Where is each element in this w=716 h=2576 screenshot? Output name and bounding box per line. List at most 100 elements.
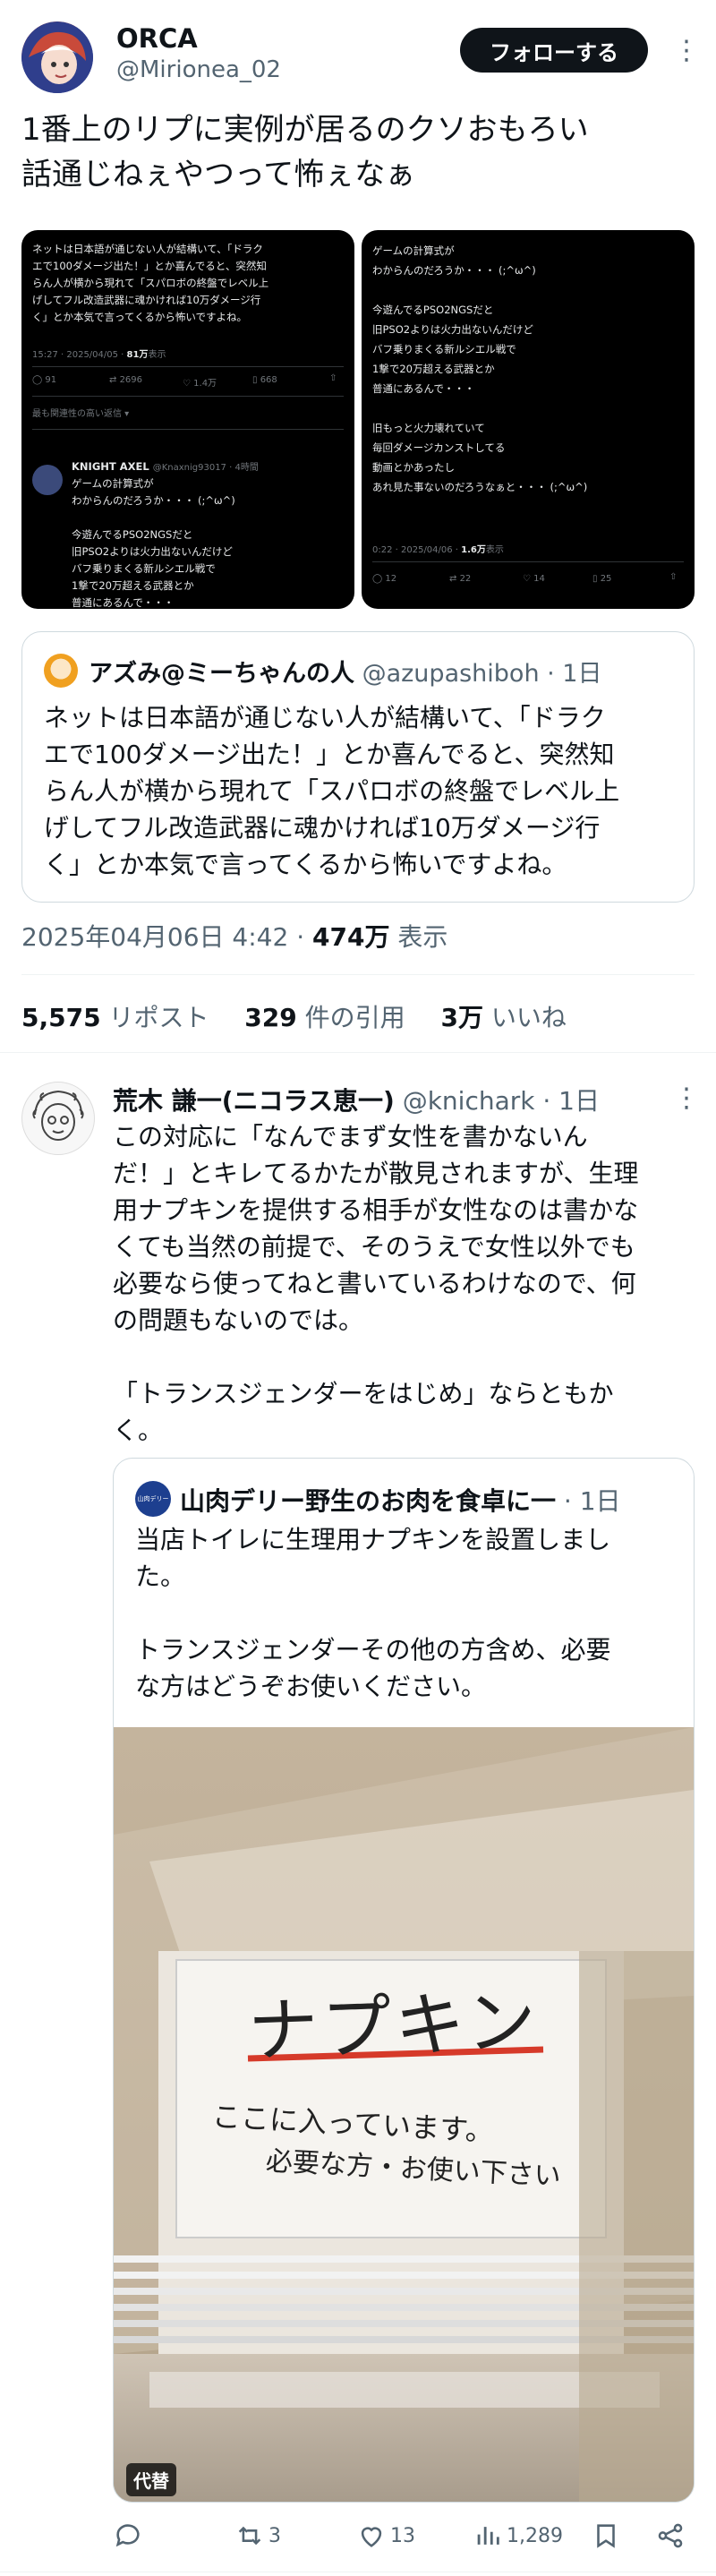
image2-stat-likes-count: 14: [533, 574, 545, 584]
quoted-handle: @azupashiboh: [362, 660, 540, 688]
reposts-stat[interactable]: 5,575 リポスト: [21, 1003, 209, 1032]
heart-icon: [361, 2527, 382, 2547]
repost-action[interactable]: 3: [234, 2520, 281, 2551]
nested-text-line: た。: [135, 1562, 186, 1591]
bookmark-action[interactable]: [591, 2520, 621, 2556]
reply-avatar[interactable]: [21, 1082, 95, 1155]
nested-avatar-text: 山肉デリー: [137, 1495, 169, 1502]
image2-text-line: あれ見た事ないのだろうなぁと・・・ (;^ω^): [372, 481, 588, 493]
quotes-label: 件の引用: [296, 1003, 405, 1032]
image2-meta-views-label: 表示: [485, 545, 504, 555]
share-action[interactable]: [655, 2520, 686, 2556]
image1-reply-line: わからんのだろうか・・・ (;^ω^): [72, 494, 235, 507]
nested-quote-photo[interactable]: ナプキン ここに入っています。 必要な方・お使い下さい 代替: [114, 1727, 694, 2502]
reply-text-line: この対応に「なんでまず女性を書かないん: [113, 1122, 588, 1151]
avatar[interactable]: [21, 21, 93, 93]
repost-count: 3: [268, 2524, 281, 2547]
image2-text-line: ゲームの計算式が: [372, 244, 455, 257]
like-action[interactable]: 13: [356, 2520, 415, 2551]
image2-stat-replies-count: 12: [385, 574, 397, 584]
quoted-time: · 1日: [539, 660, 602, 688]
image1-reply-line: 1撃で20万超える武器とか: [72, 579, 194, 592]
reposts-count: 5,575: [21, 1003, 101, 1032]
likes-stat[interactable]: 3万 いいね: [440, 1003, 566, 1032]
share-icon: [658, 2523, 683, 2548]
image1-stat-bookmarks-count: 668: [260, 375, 277, 385]
image1-reply-line: 今遊んでるPSO2NGSだと: [72, 528, 193, 541]
quotes-count: 329: [244, 1003, 297, 1032]
views-count: 1,289: [507, 2524, 563, 2547]
image1-reply-name-text: KNIGHT AXEL: [72, 460, 149, 473]
nested-time: · 1日: [556, 1486, 621, 1516]
reply-avatar: [32, 465, 63, 495]
image2-text-line: 旧もっと火力壊れていて: [372, 422, 485, 434]
quoted-text-line: エで100ダメージ出た！」とか喜んでると、突然知: [44, 740, 615, 769]
image1-stat-reposts-count: 2696: [119, 375, 143, 385]
display-name[interactable]: ORCA: [116, 23, 198, 54]
quotes-stat[interactable]: 329 件の引用: [244, 1003, 405, 1032]
image1-meta: 15:27 · 2025/04/05 · 81万表示: [32, 347, 166, 360]
image1-text-line: く」とか本気で言ってくるから怖いですよね。: [32, 311, 248, 323]
reply-text-line: 用ナプキンを提供する相手が女性なのは書かな: [113, 1195, 639, 1225]
nested-quote-card[interactable]: 山肉デリー 山肉デリー野生のお肉を食卓に一 · 1日 当店トイレに生理用ナプキン…: [113, 1458, 695, 2503]
image1-text-line: らん人が横から現れて「スパロボの終盤でレベル上: [32, 277, 269, 289]
reply-text-line: 必要なら使ってねと書いているわけなので、何: [113, 1269, 636, 1298]
alt-badge[interactable]: 代替: [126, 2463, 176, 2496]
image1-reply-handle: @Knaxnig93017 · 4時間: [152, 463, 259, 473]
share-icon: ⇧: [329, 373, 337, 383]
analytics-icon: [477, 2527, 499, 2545]
follow-button[interactable]: フォローする: [460, 28, 648, 73]
likes-label: いいね: [482, 1003, 567, 1032]
image1-meta-views: 81万: [126, 350, 149, 360]
image1-text-line: げしてフル改造武器に魂かければ10万ダメージ行: [32, 294, 261, 306]
views-count: 474万: [312, 922, 390, 952]
image2-text-line: 動画とかあったし: [372, 461, 455, 474]
timestamp-text: 2025年04月06日 4:42 ·: [21, 922, 312, 952]
image2-text-line: わからんのだろうか・・・ (;^ω^): [372, 264, 536, 277]
repost-icon: [238, 2526, 261, 2546]
divider: [0, 1052, 716, 1053]
image2-stat-bookmarks-count: 25: [600, 574, 612, 584]
views-label: 表示: [389, 922, 448, 952]
reply-display-name[interactable]: 荒木 謙一(ニコラス恵一): [113, 1086, 395, 1116]
reply-action-bar: 3 13 1,289: [113, 2520, 695, 2556]
reposts-label: リポスト: [100, 1003, 209, 1032]
image1-reply-line: ゲームの計算式が: [72, 477, 154, 490]
image1-stat-likes-count: 1.4万: [193, 379, 217, 389]
image2-stat-reposts: ⇄ 22: [449, 574, 472, 584]
image1-stat-likes: ♡ 1.4万: [183, 379, 217, 389]
reply-action[interactable]: [113, 2520, 143, 2556]
quoted-text-line: らん人が横から現れて「スパロボの終盤でレベル上: [44, 776, 620, 806]
image2-stat-bookmarks: ▯ 25: [592, 574, 612, 584]
image1-reply-name: KNIGHT AXEL @Knaxnig93017 · 4時間: [72, 458, 259, 476]
more-options-icon[interactable]: ⋮: [673, 1085, 700, 1112]
tweet-timestamp[interactable]: 2025年04月06日 4:42 · 474万 表示: [21, 918, 448, 954]
tweet-image-1[interactable]: ネットは日本語が通じない人が結構いて、「ドラク エで100ダメージ出た！」とか喜…: [21, 230, 354, 609]
tweet-image-2[interactable]: ゲームの計算式が わからんのだろうか・・・ (;^ω^) 今遊んでるPSO2NG…: [362, 230, 695, 609]
divider: [32, 429, 344, 430]
more-options-icon[interactable]: ⋮: [673, 38, 700, 64]
tweet-text-line-2: 話通じねぇやつって怖ぇなぁ: [21, 157, 416, 193]
image1-meta-views-label: 表示: [148, 350, 166, 360]
image2-text-line: 旧PSO2よりは火力出ないんだけど: [372, 323, 533, 336]
reply-handle[interactable]: @knichark: [403, 1086, 535, 1116]
image1-stat-replies-count: 91: [45, 375, 57, 385]
views-action[interactable]: 1,289: [473, 2520, 563, 2551]
likes-count: 3万: [440, 1003, 483, 1032]
nested-text-line: 当店トイレに生理用ナプキンを設置しまし: [135, 1525, 611, 1554]
user-handle[interactable]: @Mirionea_02: [116, 56, 281, 83]
nested-text-line: トランスジェンダーその他の方含め、必要: [135, 1635, 611, 1665]
nested-display-name: 山肉デリー野生のお肉を食卓に一: [180, 1486, 557, 1516]
reply-text-line: 「トランスジェンダーをはじめ」ならともか: [113, 1379, 614, 1408]
share-icon: ⇧: [669, 572, 678, 582]
image2-text-line: 毎回ダメージカンストしてる: [372, 441, 506, 454]
quoted-display-name: アズみ@ミーちゃんの人: [89, 660, 354, 688]
image1-stat-replies: ◯ 91: [32, 375, 57, 385]
quoted-header: アズみ@ミーちゃんの人 @azupashiboh · 1日: [89, 654, 602, 689]
relevant-replies-label: 最も関連性の高い返信 ▾: [32, 409, 130, 419]
like-count: 13: [390, 2524, 415, 2547]
quoted-tweet-card[interactable]: アズみ@ミーちゃんの人 @azupashiboh · 1日 ネットは日本語が通じ…: [21, 631, 695, 903]
image1-text-line: ネットは日本語が通じない人が結構いて、「ドラク: [32, 243, 263, 255]
quoted-avatar: [44, 654, 78, 688]
reply-time: · 1日: [534, 1086, 600, 1116]
